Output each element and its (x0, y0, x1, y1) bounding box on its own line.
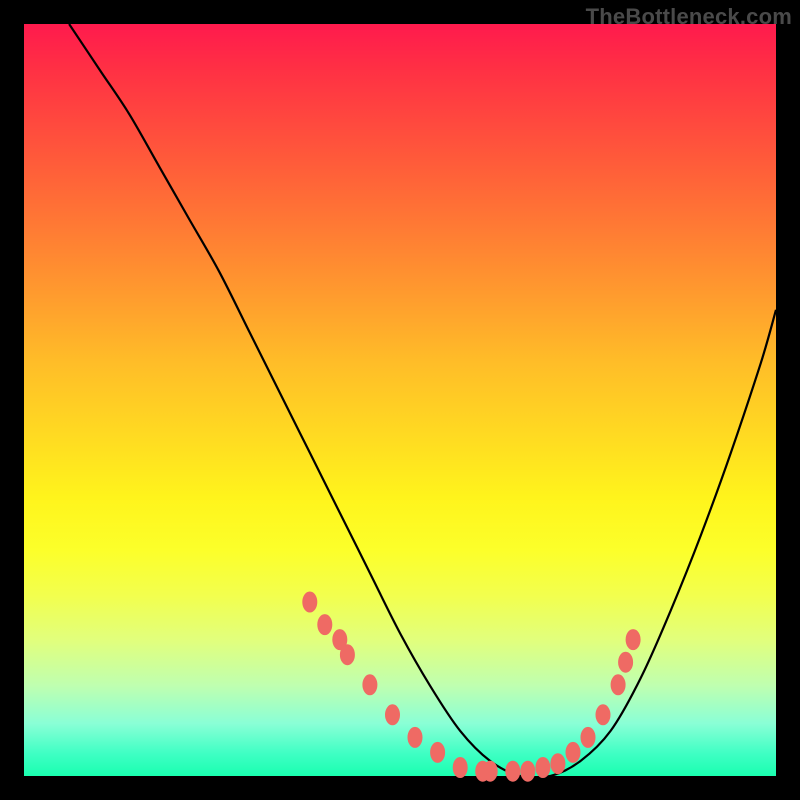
watermark-text: TheBottleneck.com (586, 4, 792, 30)
highlight-dot (506, 761, 520, 781)
highlight-dot (596, 705, 610, 725)
highlight-dot (303, 592, 317, 612)
highlight-dot (318, 615, 332, 635)
highlight-dot (536, 758, 550, 778)
highlight-dot (340, 645, 354, 665)
chart-plot-area (24, 24, 776, 776)
bottleneck-curve (24, 24, 776, 776)
highlight-dot (581, 727, 595, 747)
highlight-dot (386, 705, 400, 725)
highlight-dot (521, 761, 535, 781)
highlight-dot (611, 675, 625, 695)
highlight-dot (619, 652, 633, 672)
highlight-dot (483, 761, 497, 781)
highlight-dot (363, 675, 377, 695)
highlight-dot (453, 758, 467, 778)
highlight-dot (551, 754, 565, 774)
curve-line (69, 24, 776, 778)
highlight-dot (408, 727, 422, 747)
highlight-dot (431, 742, 445, 762)
highlight-dot (626, 630, 640, 650)
highlight-dot (566, 742, 580, 762)
